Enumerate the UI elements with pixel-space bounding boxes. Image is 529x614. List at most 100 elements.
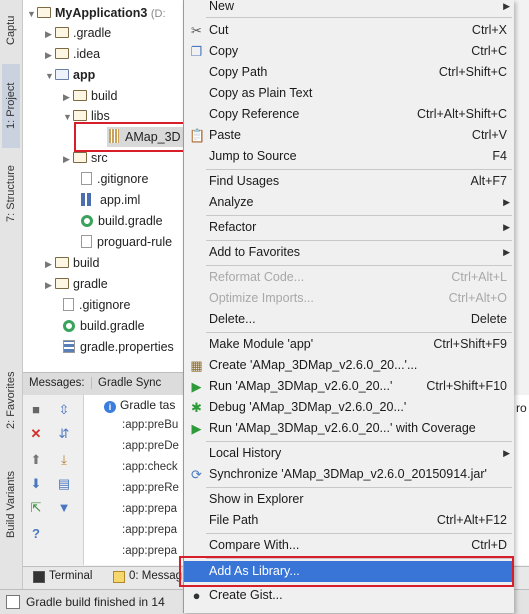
status-icon[interactable]: [6, 595, 20, 609]
menu-item-analyze[interactable]: Analyze ▶: [184, 192, 514, 213]
filter-icon[interactable]: ▼: [57, 501, 71, 515]
tree-root[interactable]: ▼ MyApplication3 (D:: [27, 3, 166, 23]
menu-item-find-usages[interactable]: Find Usages Alt+F7: [184, 171, 514, 192]
gradle-file-icon: [81, 215, 93, 227]
menu-item-add-to-favorites[interactable]: Add to Favorites ▶: [184, 242, 514, 263]
gradle-file-icon: [63, 320, 75, 332]
collapsed-arrow-icon[interactable]: ▶: [45, 254, 55, 274]
menu-item-create-config[interactable]: ▦ Create 'AMap_3DMap_v2.6.0_20...'...: [184, 355, 514, 376]
menu-item-local-history[interactable]: Local History ▶: [184, 443, 514, 464]
submenu-arrow-icon: ▶: [503, 222, 510, 232]
tree-item-selected[interactable]: AMap_3D: [107, 127, 193, 147]
tree-item[interactable]: ▶ src: [63, 148, 108, 168]
menu-separator: [206, 558, 512, 559]
menu-item-add-as-library[interactable]: Add As Library...: [184, 561, 514, 582]
help-icon[interactable]: ?: [29, 527, 43, 541]
menu-item-label: Show in Explorer: [209, 492, 304, 506]
menu-shortcut: Ctrl+Alt+O: [448, 291, 507, 305]
menu-item-copy-reference[interactable]: Copy Reference Ctrl+Alt+Shift+C: [184, 104, 514, 125]
autoscroll-icon[interactable]: ▤: [57, 477, 71, 491]
folder-icon: [37, 7, 51, 18]
menu-item-synchronize[interactable]: ⟳ Synchronize 'AMap_3DMap_v2.6.0_20150914…: [184, 464, 514, 485]
project-tree: ▼ MyApplication3 (D: ▶ .gradle ▶ .idea ▼ app…: [23, 0, 193, 372]
tree-item[interactable]: ▶ gradle: [45, 274, 108, 294]
collapsed-arrow-icon[interactable]: ▶: [63, 87, 73, 107]
tree-item[interactable]: app.iml: [81, 190, 140, 210]
menu-item-run-coverage[interactable]: ▶ Run 'AMap_3DMap_v2.6.0_20...' with Cove…: [184, 418, 514, 439]
menu-item-label: Optimize Imports...: [209, 291, 314, 305]
side-tab-structure[interactable]: 7: Structure: [2, 154, 20, 234]
tree-item-label: proguard-rule: [97, 235, 173, 249]
tree-item-label: AMap_3D: [125, 130, 181, 144]
tree-item[interactable]: gradle.properties: [63, 337, 174, 357]
up-arrow-icon[interactable]: ⬆: [29, 453, 43, 467]
menu-item-show-in-explorer[interactable]: Show in Explorer: [184, 489, 514, 510]
tree-item-label: .gitignore: [79, 298, 131, 312]
log-header[interactable]: i Gradle tas: [104, 398, 194, 416]
log-line: :app:check: [122, 461, 178, 473]
expanded-arrow-icon[interactable]: ▼: [45, 66, 55, 86]
menu-item-create-gist[interactable]: ● Create Gist...: [184, 585, 514, 606]
export-icon[interactable]: ⤓: [57, 453, 71, 467]
tree-item[interactable]: ▼ app: [45, 65, 95, 85]
menu-item-make-module[interactable]: Make Module 'app' Ctrl+Shift+F9: [184, 334, 514, 355]
tree-item[interactable]: ▶ .idea: [45, 44, 100, 64]
messages-bar: Messages: Gradle Sync: [23, 372, 193, 396]
collapsed-arrow-icon[interactable]: ▶: [45, 275, 55, 295]
tree-item[interactable]: ▶ build: [63, 86, 117, 106]
menu-item-run[interactable]: ▶ Run 'AMap_3DMap_v2.6.0_20...' Ctrl+Shift…: [184, 376, 514, 397]
expanded-arrow-icon[interactable]: ▼: [63, 107, 73, 127]
down-arrow-icon[interactable]: ⬇: [29, 477, 43, 491]
tree-item[interactable]: build.gradle: [63, 316, 145, 336]
tab-gradle-sync[interactable]: Gradle Sync: [91, 377, 161, 389]
tab-messages[interactable]: 0: Messag: [129, 570, 182, 582]
tab-terminal[interactable]: Terminal: [49, 570, 92, 582]
menu-item-label: Create Gist...: [209, 588, 283, 602]
menu-item-delete[interactable]: Delete... Delete: [184, 309, 514, 330]
tree-item-label: .idea: [73, 47, 101, 61]
tree-item[interactable]: ▼ libs: [63, 106, 110, 126]
collapse-all-icon[interactable]: ⇵: [57, 427, 71, 441]
menu-item-paste[interactable]: 📋 Paste Ctrl+V: [184, 125, 514, 146]
tree-item-label: gradle: [73, 277, 108, 291]
expanded-arrow-icon[interactable]: ▼: [27, 4, 37, 24]
side-tab-build-variants[interactable]: Build Variants: [2, 456, 20, 552]
menu-item-label: Analyze: [209, 195, 254, 209]
tree-item-label: build.gradle: [98, 214, 163, 228]
menu-separator: [206, 240, 512, 241]
collapsed-arrow-icon[interactable]: ▶: [45, 24, 55, 44]
menu-item-copy-plain[interactable]: Copy as Plain Text: [184, 83, 514, 104]
error-filter-icon[interactable]: ✕: [29, 427, 43, 441]
side-tab-project[interactable]: 1: Project: [2, 64, 20, 148]
menu-item-cut[interactable]: ✂ Cut Ctrl+X: [184, 20, 514, 41]
menu-item-label: File Path: [209, 513, 259, 527]
menu-item-jump-to-source[interactable]: Jump to Source F4: [184, 146, 514, 167]
menu-item-label: Make Module 'app': [209, 337, 314, 351]
expand-all-icon[interactable]: ⇳: [57, 403, 71, 417]
tree-item[interactable]: .gitignore: [63, 295, 130, 315]
menu-shortcut: Ctrl+Shift+C: [438, 65, 507, 79]
menu-item-debug[interactable]: ✱ Debug 'AMap_3DMap_v2.6.0_20...': [184, 397, 514, 418]
tree-item[interactable]: ▶ .gradle: [45, 23, 111, 43]
log-line: :app:prepa: [122, 503, 177, 515]
stop-icon[interactable]: ■: [29, 403, 43, 417]
menu-item-copy[interactable]: ❐ Copy Ctrl+C: [184, 41, 514, 62]
menu-item-file-path[interactable]: File Path Ctrl+Alt+F12: [184, 510, 514, 531]
tree-item[interactable]: ▶ build: [45, 253, 99, 273]
tree-item[interactable]: proguard-rule: [81, 232, 172, 252]
tree-item[interactable]: .gitignore: [81, 169, 148, 189]
side-tab-favorites[interactable]: 2: Favorites: [2, 360, 20, 440]
menu-item-new[interactable]: New ▶: [184, 0, 514, 17]
open-file-icon[interactable]: ⇱: [29, 501, 43, 515]
menu-item-label: Jump to Source: [209, 149, 297, 163]
menu-item-compare-with[interactable]: Compare With... Ctrl+D: [184, 535, 514, 556]
collapsed-arrow-icon[interactable]: ▶: [45, 45, 55, 65]
collapsed-arrow-icon[interactable]: ▶: [63, 149, 73, 169]
menu-separator: [206, 215, 512, 216]
tree-item[interactable]: build.gradle: [81, 211, 163, 231]
menu-shortcut: Ctrl+Shift+F9: [433, 337, 507, 351]
menu-item-copy-path[interactable]: Copy Path Ctrl+Shift+C: [184, 62, 514, 83]
side-tab-captures[interactable]: Captu: [2, 2, 20, 58]
menu-item-refactor[interactable]: Refactor ▶: [184, 217, 514, 238]
tree-item-label: .gradle: [73, 26, 112, 40]
